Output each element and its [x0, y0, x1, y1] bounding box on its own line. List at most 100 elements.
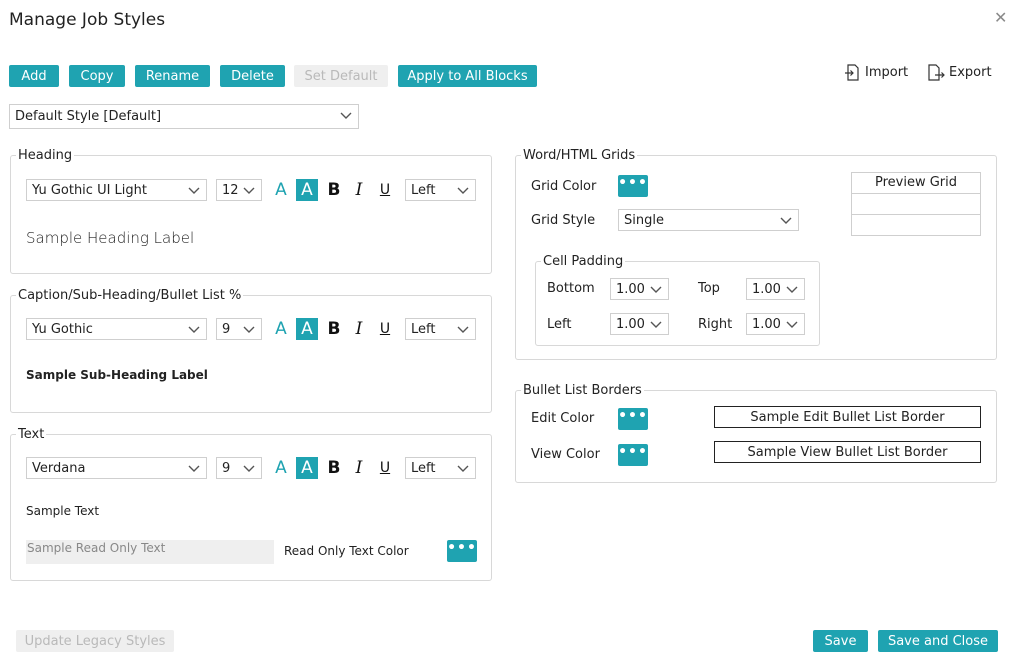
- save-button[interactable]: Save: [813, 630, 868, 652]
- padding-bottom-value: 1.00: [616, 281, 645, 297]
- export-button[interactable]: Export: [928, 64, 992, 81]
- add-button[interactable]: Add: [9, 65, 59, 87]
- edit-color-button[interactable]: •••: [618, 408, 648, 430]
- heading-size-select[interactable]: 12: [216, 179, 262, 201]
- heading-legend: Heading: [18, 148, 73, 163]
- dialog-title: Manage Job Styles: [9, 10, 166, 30]
- padding-right-value: 1.00: [752, 316, 781, 332]
- rename-button[interactable]: Rename: [135, 65, 210, 87]
- more-icon: •••: [618, 175, 648, 191]
- underline-button[interactable]: U: [378, 179, 392, 201]
- text-font-value: Verdana: [32, 460, 86, 476]
- caption-sample-label: Sample Sub-Heading Label: [26, 368, 208, 382]
- chevron-down-icon: [457, 187, 469, 194]
- export-icon: [928, 64, 945, 81]
- grid-color-button[interactable]: •••: [618, 175, 648, 197]
- text-align-select[interactable]: Left: [405, 457, 476, 479]
- chevron-down-icon: [243, 187, 255, 194]
- heading-font-select[interactable]: Yu Gothic UI Light: [26, 179, 207, 201]
- cell-padding-legend: Cell Padding: [543, 254, 624, 269]
- italic-button[interactable]: I: [352, 179, 366, 201]
- chevron-down-icon: [188, 187, 200, 194]
- import-button[interactable]: Import: [845, 64, 908, 81]
- view-color-button[interactable]: •••: [618, 444, 648, 466]
- job-style-select[interactable]: Default Style [Default]: [9, 104, 359, 129]
- underline-button[interactable]: U: [378, 318, 392, 340]
- padding-bottom-select[interactable]: 1.00: [610, 278, 669, 300]
- padding-top-select[interactable]: 1.00: [746, 278, 805, 300]
- text-size-select[interactable]: 9: [216, 457, 262, 479]
- import-label: Import: [865, 65, 909, 80]
- text-font-select[interactable]: Verdana: [26, 457, 207, 479]
- padding-bottom-label: Bottom: [547, 281, 595, 296]
- chevron-down-icon: [457, 465, 469, 472]
- caption-align-value: Left: [411, 321, 436, 337]
- job-style-value: Default Style [Default]: [15, 109, 162, 124]
- chevron-down-icon: [786, 321, 798, 328]
- caption-section: Caption/Sub-Heading/Bullet List %: [10, 288, 492, 413]
- set-default-button[interactable]: Set Default: [294, 65, 388, 87]
- chevron-down-icon: [650, 321, 662, 328]
- padding-right-label: Right: [698, 317, 733, 332]
- preview-grid: Preview Grid: [851, 172, 981, 236]
- padding-left-select[interactable]: 1.00: [610, 313, 669, 335]
- heading-section: Heading: [10, 148, 492, 274]
- more-icon: •••: [447, 540, 477, 556]
- close-icon[interactable]: ✕: [994, 8, 1007, 27]
- caption-size-select[interactable]: 9: [216, 318, 262, 340]
- readonly-sample: Sample Read Only Text: [26, 540, 274, 564]
- caption-font-value: Yu Gothic: [32, 321, 93, 337]
- copy-button[interactable]: Copy: [69, 65, 125, 87]
- bold-button[interactable]: B: [326, 179, 342, 201]
- padding-top-label: Top: [698, 281, 720, 296]
- font-color-button[interactable]: A: [273, 318, 289, 340]
- grid-style-label: Grid Style: [531, 213, 596, 228]
- view-bullet-border-sample: Sample View Bullet List Border: [714, 441, 981, 463]
- padding-left-label: Left: [547, 317, 572, 332]
- update-legacy-styles-button[interactable]: Update Legacy Styles: [16, 630, 174, 652]
- more-icon: •••: [618, 408, 648, 424]
- chevron-down-icon: [650, 286, 662, 293]
- bullet-borders-section: Bullet List Borders: [515, 383, 997, 483]
- italic-button[interactable]: I: [352, 457, 366, 479]
- preview-grid-header: Preview Grid: [852, 173, 980, 194]
- grid-style-select[interactable]: Single: [618, 209, 799, 231]
- chevron-down-icon: [340, 112, 352, 119]
- italic-button[interactable]: I: [352, 318, 366, 340]
- underline-button[interactable]: U: [378, 457, 392, 479]
- delete-button[interactable]: Delete: [220, 65, 285, 87]
- import-icon: [845, 64, 859, 81]
- padding-right-select[interactable]: 1.00: [746, 313, 805, 335]
- caption-align-select[interactable]: Left: [405, 318, 476, 340]
- chevron-down-icon: [457, 326, 469, 333]
- chevron-down-icon: [188, 465, 200, 472]
- heading-font-value: Yu Gothic UI Light: [32, 182, 148, 198]
- text-align-value: Left: [411, 460, 436, 476]
- padding-top-value: 1.00: [752, 281, 781, 297]
- font-color-button[interactable]: A: [273, 179, 289, 201]
- readonly-color-label: Read Only Text Color: [284, 544, 409, 558]
- chevron-down-icon: [786, 286, 798, 293]
- chevron-down-icon: [243, 465, 255, 472]
- grid-color-label: Grid Color: [531, 179, 597, 194]
- padding-left-value: 1.00: [616, 316, 645, 332]
- heading-align-select[interactable]: Left: [405, 179, 476, 201]
- background-color-button[interactable]: A: [296, 457, 318, 479]
- text-legend: Text: [18, 427, 45, 442]
- save-and-close-button[interactable]: Save and Close: [878, 630, 998, 652]
- font-color-button[interactable]: A: [273, 457, 289, 479]
- readonly-color-button[interactable]: •••: [447, 540, 477, 562]
- background-color-button[interactable]: A: [296, 179, 318, 201]
- grids-legend: Word/HTML Grids: [523, 148, 636, 163]
- bold-button[interactable]: B: [326, 318, 342, 340]
- preview-grid-row: [852, 215, 980, 236]
- heading-sample-label: Sample Heading Label: [26, 229, 195, 247]
- view-color-label: View Color: [531, 447, 600, 462]
- bullet-borders-legend: Bullet List Borders: [523, 383, 642, 398]
- caption-font-select[interactable]: Yu Gothic: [26, 318, 207, 340]
- background-color-button[interactable]: A: [296, 318, 318, 340]
- bold-button[interactable]: B: [326, 457, 342, 479]
- apply-to-all-blocks-button[interactable]: Apply to All Blocks: [398, 65, 537, 87]
- chevron-down-icon: [243, 326, 255, 333]
- caption-legend: Caption/Sub-Heading/Bullet List %: [18, 288, 242, 303]
